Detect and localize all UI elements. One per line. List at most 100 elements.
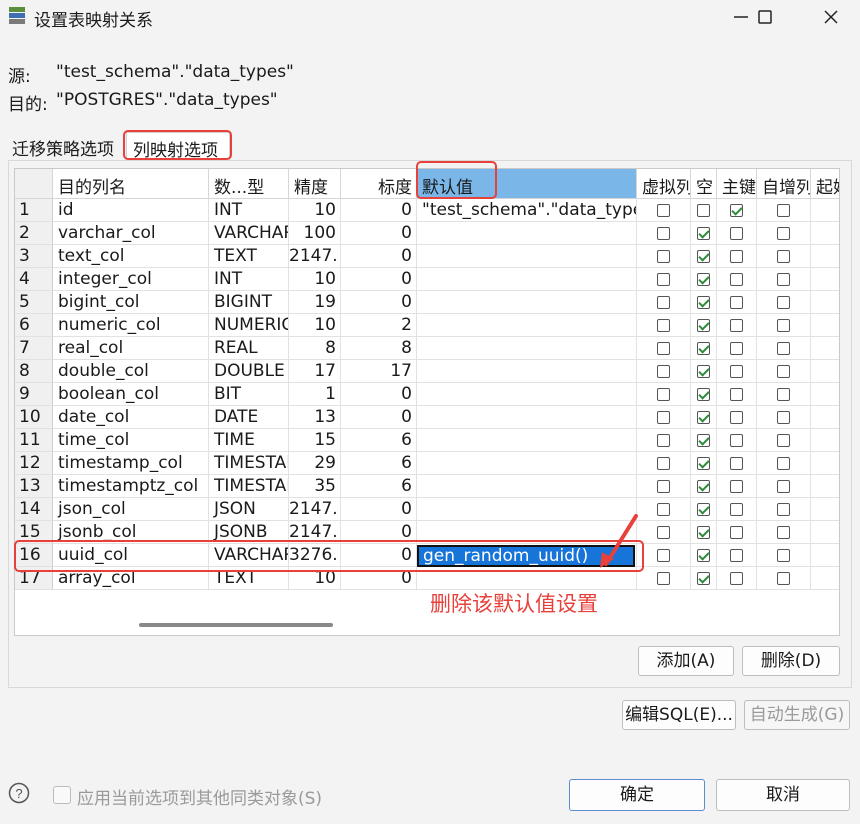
cell-data-type[interactable]: BIGINT <box>209 291 289 314</box>
header-target-column-name[interactable]: 目的列名 <box>53 169 209 199</box>
nullable-checkbox[interactable] <box>697 526 710 539</box>
cell-default-value[interactable] <box>417 268 637 291</box>
virtual-column-checkbox[interactable] <box>657 457 670 470</box>
auto-increment-checkbox[interactable] <box>777 434 790 447</box>
virtual-column-checkbox[interactable] <box>657 434 670 447</box>
cell-scale[interactable]: 17 <box>341 360 417 383</box>
cell-start-value[interactable] <box>811 245 839 268</box>
cell-data-type[interactable]: TIME <box>209 429 289 452</box>
cell-scale[interactable]: 0 <box>341 222 417 245</box>
cell-default-value[interactable] <box>417 429 637 452</box>
cell-column-name[interactable]: boolean_col <box>53 383 209 406</box>
cell-default-value[interactable] <box>417 452 637 475</box>
edit-sql-button[interactable]: 编辑SQL(E)... <box>622 700 736 730</box>
cell-precision[interactable]: 10 <box>289 199 341 222</box>
cell-data-type[interactable]: TIMESTAMP <box>209 475 289 498</box>
cell-column-name[interactable]: date_col <box>53 406 209 429</box>
cell-data-type[interactable]: DATE <box>209 406 289 429</box>
nullable-checkbox[interactable] <box>697 296 710 309</box>
cell-default-value[interactable] <box>417 291 637 314</box>
cell-start-value[interactable] <box>811 406 839 429</box>
cell-start-value[interactable] <box>811 498 839 521</box>
table-row[interactable]: 2 varchar_col VARCHAR 100 0 <box>15 222 839 245</box>
cell-precision[interactable]: 17 <box>289 360 341 383</box>
cell-data-type[interactable]: REAL <box>209 337 289 360</box>
virtual-column-checkbox[interactable] <box>657 227 670 240</box>
cell-start-value[interactable] <box>811 337 839 360</box>
header-nullable[interactable]: 空 <box>691 169 717 199</box>
table-row[interactable]: 12timestamp_colTIMESTAMP296 <box>15 452 839 475</box>
table-row[interactable]: 3 text_col TEXT 2147. 0 <box>15 245 839 268</box>
auto-generate-button[interactable]: 自动生成(G) <box>744 700 850 730</box>
cell-start-value[interactable] <box>811 314 839 337</box>
cell-column-name[interactable]: numeric_col <box>53 314 209 337</box>
cell-column-name[interactable]: integer_col <box>53 268 209 291</box>
help-icon[interactable]: ? <box>8 782 30 804</box>
virtual-column-checkbox[interactable] <box>657 250 670 263</box>
cell-scale[interactable]: 0 <box>341 245 417 268</box>
cell-start-value[interactable] <box>811 452 839 475</box>
virtual-column-checkbox[interactable] <box>657 273 670 286</box>
auto-increment-checkbox[interactable] <box>777 204 790 217</box>
cell-data-type[interactable]: INT <box>209 199 289 222</box>
auto-increment-checkbox[interactable] <box>777 457 790 470</box>
cell-data-type[interactable]: BIT <box>209 383 289 406</box>
cell-precision[interactable]: 100 <box>289 222 341 245</box>
auto-increment-checkbox[interactable] <box>777 365 790 378</box>
cell-scale[interactable]: 6 <box>341 429 417 452</box>
cell-data-type[interactable]: TIMESTAMP <box>209 452 289 475</box>
nullable-checkbox[interactable] <box>697 319 710 332</box>
cell-data-type[interactable]: DOUBLE <box>209 360 289 383</box>
auto-increment-checkbox[interactable] <box>777 388 790 401</box>
nullable-checkbox[interactable] <box>697 227 710 240</box>
cell-start-value[interactable] <box>811 383 839 406</box>
cell-start-value[interactable] <box>811 429 839 452</box>
nullable-checkbox[interactable] <box>697 434 710 447</box>
table-row[interactable]: 13timestamptz_colTIMESTAMP356 <box>15 475 839 498</box>
primary-key-checkbox[interactable] <box>730 411 743 424</box>
virtual-column-checkbox[interactable] <box>657 342 670 355</box>
cell-precision[interactable]: 8 <box>289 337 341 360</box>
auto-increment-checkbox[interactable] <box>777 503 790 516</box>
cell-data-type[interactable]: JSON <box>209 498 289 521</box>
nullable-checkbox[interactable] <box>697 457 710 470</box>
horizontal-scrollbar[interactable] <box>139 623 333 627</box>
cell-default-value[interactable] <box>417 406 637 429</box>
header-start-value[interactable]: 起始 <box>811 169 839 199</box>
header-primary-key[interactable]: 主键 <box>717 169 757 199</box>
primary-key-checkbox[interactable] <box>730 273 743 286</box>
virtual-column-checkbox[interactable] <box>657 572 670 585</box>
virtual-column-checkbox[interactable] <box>657 480 670 493</box>
cell-start-value[interactable] <box>811 567 839 590</box>
nullable-checkbox[interactable] <box>697 503 710 516</box>
nullable-checkbox[interactable] <box>697 572 710 585</box>
add-button[interactable]: 添加(A) <box>638 646 734 676</box>
virtual-column-checkbox[interactable] <box>657 365 670 378</box>
nullable-checkbox[interactable] <box>697 549 710 562</box>
auto-increment-checkbox[interactable] <box>777 549 790 562</box>
primary-key-checkbox[interactable] <box>730 572 743 585</box>
cell-precision[interactable]: 1 <box>289 383 341 406</box>
close-button[interactable] <box>808 0 854 34</box>
table-row[interactable]: 5 bigint_col BIGINT 19 0 <box>15 291 839 314</box>
primary-key-checkbox[interactable] <box>730 549 743 562</box>
nullable-checkbox[interactable] <box>697 250 710 263</box>
cell-column-name[interactable]: real_col <box>53 337 209 360</box>
cell-precision[interactable]: 35 <box>289 475 341 498</box>
header-scale[interactable]: 标度 <box>341 169 417 199</box>
cell-scale[interactable]: 0 <box>341 406 417 429</box>
cell-start-value[interactable] <box>811 544 839 567</box>
nullable-checkbox[interactable] <box>697 365 710 378</box>
cell-scale[interactable]: 0 <box>341 383 417 406</box>
primary-key-checkbox[interactable] <box>730 526 743 539</box>
cancel-button[interactable]: 取消 <box>716 779 850 811</box>
cell-precision[interactable]: 2147. <box>289 245 341 268</box>
auto-increment-checkbox[interactable] <box>777 526 790 539</box>
auto-increment-checkbox[interactable] <box>777 480 790 493</box>
ok-button[interactable]: 确定 <box>569 779 705 811</box>
cell-column-name[interactable]: json_col <box>53 498 209 521</box>
table-row[interactable]: 10 date_col DATE 13 0 <box>15 406 839 429</box>
header-precision[interactable]: 精度 <box>289 169 341 199</box>
table-row[interactable]: 1 id INT 10 0 "test_schema"."data_types" <box>15 199 839 222</box>
cell-start-value[interactable] <box>811 268 839 291</box>
